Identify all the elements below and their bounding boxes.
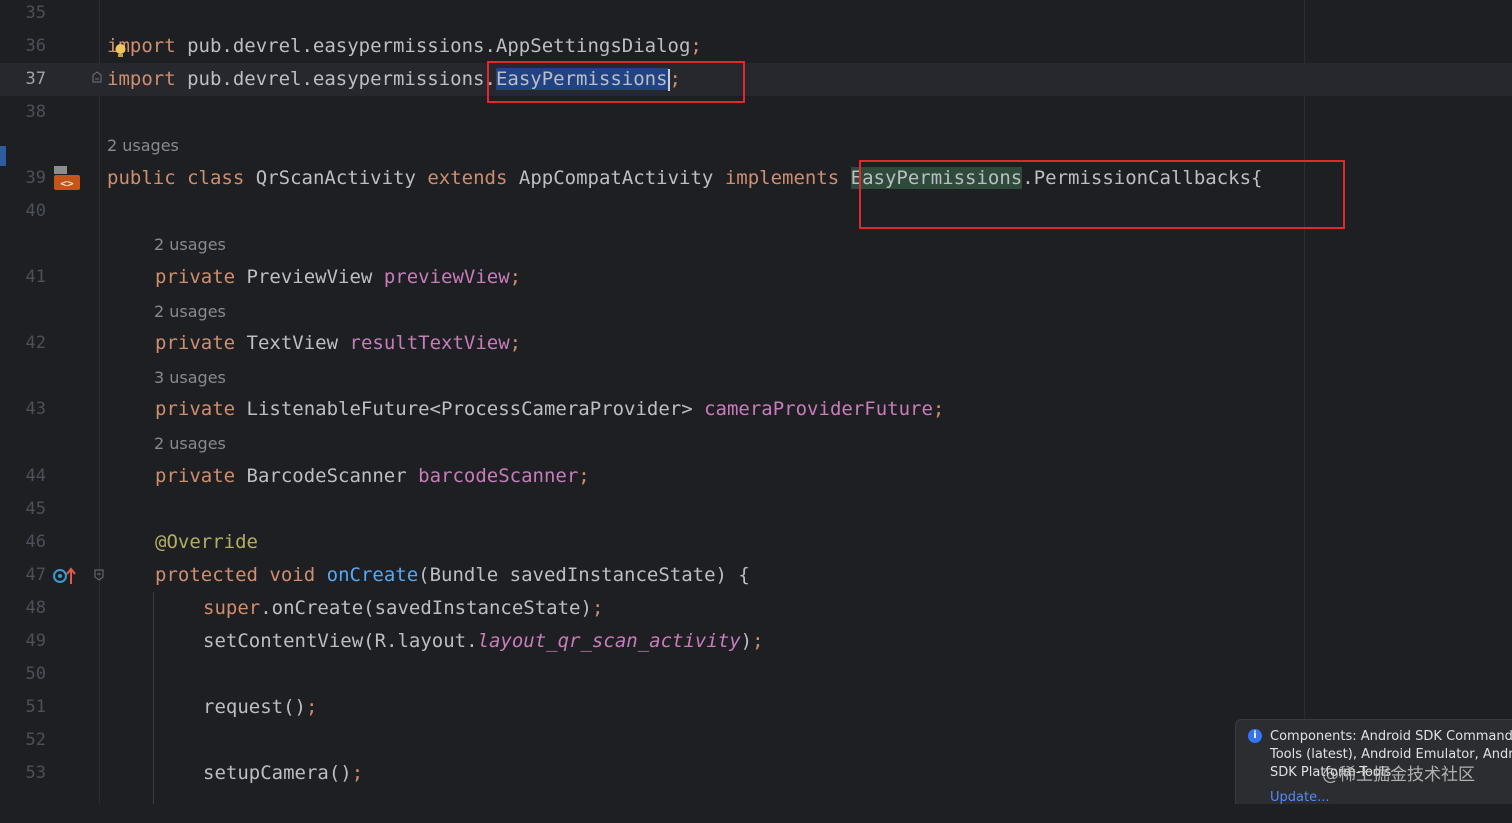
- code-editor[interactable]: 35 36 import pub.devrel.easypermissions.…: [0, 0, 1512, 804]
- code-line-41[interactable]: 41 private PreviewView previewView;: [0, 261, 1512, 294]
- line-number: 49: [25, 631, 46, 651]
- line-number: 48: [25, 598, 46, 618]
- code-text: protected void onCreate(Bundle savedInst…: [155, 564, 750, 586]
- code-line-37[interactable]: 37 import pub.devrel.easypermissions.Eas…: [0, 63, 1512, 96]
- line-number: 52: [25, 730, 46, 750]
- info-icon: i: [1248, 729, 1262, 743]
- highlight-box-implements: [859, 160, 1345, 229]
- code-text: private PreviewView previewView;: [155, 266, 522, 288]
- usages-hint[interactable]: 3 usages: [154, 361, 226, 394]
- fold-toggle-icon[interactable]: [92, 71, 102, 83]
- code-line-43[interactable]: 43 private ListenableFuture<ProcessCamer…: [0, 393, 1512, 426]
- fold-toggle-icon[interactable]: [94, 569, 104, 581]
- code-line-46[interactable]: 46 @Override: [0, 526, 1512, 559]
- code-text: setupCamera();: [203, 762, 364, 784]
- usages-hint[interactable]: 2 usages: [154, 295, 226, 328]
- code-line-38[interactable]: 38: [0, 96, 1512, 129]
- line-number: 47: [25, 565, 46, 585]
- usages-hint[interactable]: 2 usages: [154, 228, 226, 261]
- code-text: request();: [203, 696, 318, 718]
- line-number: 37: [25, 69, 46, 89]
- code-text: private BarcodeScanner barcodeScanner;: [155, 465, 590, 487]
- usages-hint[interactable]: 2 usages: [154, 427, 226, 460]
- line-number: 39: [25, 168, 46, 188]
- code-line-35[interactable]: 35: [0, 0, 1512, 30]
- override-method-icon[interactable]: [52, 566, 76, 586]
- code-text: private ListenableFuture<ProcessCameraPr…: [155, 398, 945, 420]
- code-line-48[interactable]: 48 super.onCreate(savedInstanceState);: [0, 592, 1512, 625]
- code-line-36[interactable]: 36 import pub.devrel.easypermissions.App…: [0, 30, 1512, 63]
- line-number: 45: [25, 499, 46, 519]
- line-number: 43: [25, 399, 46, 419]
- code-text: super.onCreate(savedInstanceState);: [203, 597, 604, 619]
- code-line-49[interactable]: 49 setContentView(R.layout.layout_qr_sca…: [0, 625, 1512, 658]
- line-number: 44: [25, 466, 46, 486]
- line-number: 41: [25, 267, 46, 287]
- code-text: @Override: [155, 531, 258, 553]
- line-number: 42: [25, 333, 46, 353]
- line-number: 35: [25, 3, 46, 23]
- line-number: 38: [25, 102, 46, 122]
- code-line-42[interactable]: 42 private TextView resultTextView;: [0, 327, 1512, 360]
- line-number: 50: [25, 664, 46, 684]
- line-number: 36: [25, 36, 46, 56]
- usages-hint[interactable]: 2 usages: [107, 129, 179, 162]
- line-number: 46: [25, 532, 46, 552]
- line-number: 53: [25, 763, 46, 783]
- highlight-box-import: [487, 61, 745, 103]
- code-text: private TextView resultTextView;: [155, 332, 522, 354]
- svg-text:<>: <>: [60, 177, 74, 190]
- code-line-45[interactable]: 45: [0, 493, 1512, 526]
- code-text: setContentView(R.layout.layout_qr_scan_a…: [203, 630, 764, 652]
- update-link[interactable]: Update...: [1270, 790, 1329, 804]
- watermark: @稀土掘金技术社区: [1322, 765, 1475, 785]
- layout-file-icon[interactable]: <>: [54, 166, 81, 191]
- code-line-44[interactable]: 44 private BarcodeScanner barcodeScanner…: [0, 460, 1512, 493]
- line-number: 40: [25, 201, 46, 221]
- code-line-50[interactable]: 50: [0, 658, 1512, 691]
- line-number: 51: [25, 697, 46, 717]
- code-line-47[interactable]: 47 protected void onCreate(Bundle savedI…: [0, 559, 1512, 592]
- lightbulb-icon[interactable]: [114, 43, 127, 59]
- code-text: import pub.devrel.easypermissions.AppSet…: [107, 35, 702, 57]
